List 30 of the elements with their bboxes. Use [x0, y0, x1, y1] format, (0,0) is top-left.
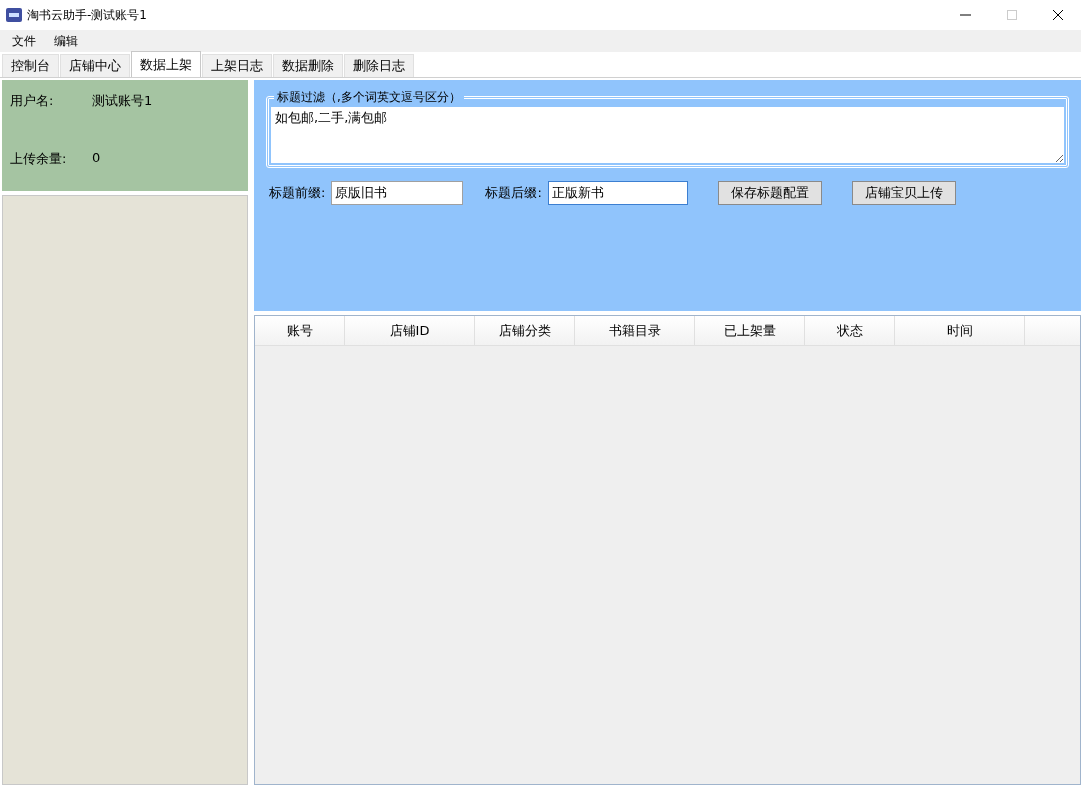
- username-label: 用户名:: [10, 92, 55, 110]
- filter-field[interactable]: 如包邮,二手,满包邮: [271, 107, 1064, 163]
- app-icon: [6, 8, 22, 22]
- filter-legend: 标题过滤（,多个词英文逗号区分）: [274, 90, 464, 104]
- prefix-label: 标题前缀:: [269, 184, 326, 202]
- column-header[interactable]: 店铺ID: [345, 316, 475, 345]
- tab[interactable]: 控制台: [2, 54, 59, 77]
- quota-label: 上传余量:: [10, 150, 68, 168]
- upload-button[interactable]: 店铺宝贝上传: [851, 181, 956, 205]
- column-header[interactable]: 时间: [895, 316, 1025, 345]
- column-header[interactable]: 店铺分类: [475, 316, 575, 345]
- column-header[interactable]: 状态: [805, 316, 895, 345]
- tab[interactable]: 店铺中心: [60, 54, 130, 77]
- menu-item[interactable]: 编辑: [46, 32, 86, 50]
- column-header[interactable]: 书籍目录: [575, 316, 695, 345]
- window-title: 淘书云助手-测试账号1: [27, 6, 148, 24]
- close-icon[interactable]: [1052, 9, 1064, 21]
- tab[interactable]: 数据上架: [131, 51, 201, 77]
- column-header[interactable]: 账号: [255, 316, 345, 345]
- tab[interactable]: 上架日志: [202, 54, 272, 77]
- menu-item[interactable]: 文件: [4, 32, 44, 50]
- username-value: 测试账号1: [92, 92, 154, 110]
- suffix-label: 标题后缀:: [485, 184, 542, 202]
- tab[interactable]: 数据删除: [273, 54, 343, 77]
- quota-value: 0: [92, 150, 102, 167]
- tab[interactable]: 删除日志: [344, 54, 414, 77]
- column-header[interactable]: 已上架量: [695, 316, 805, 345]
- save-config-button[interactable]: 保存标题配置: [717, 181, 822, 205]
- suffix-field[interactable]: 正版新书: [547, 181, 688, 205]
- prefix-field[interactable]: 原版旧书: [331, 181, 464, 205]
